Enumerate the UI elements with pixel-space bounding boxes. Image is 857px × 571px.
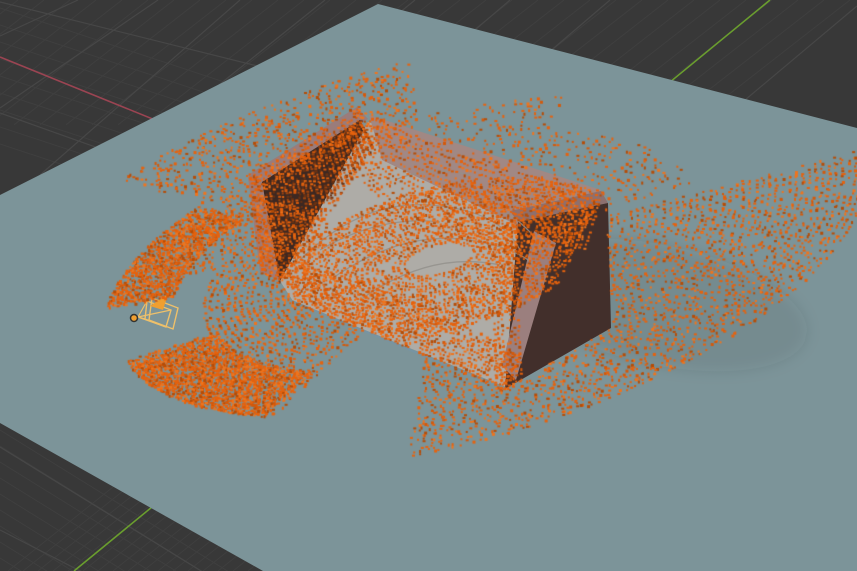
3d-viewport[interactable]	[0, 0, 857, 571]
point-cloud[interactable]	[0, 0, 857, 571]
